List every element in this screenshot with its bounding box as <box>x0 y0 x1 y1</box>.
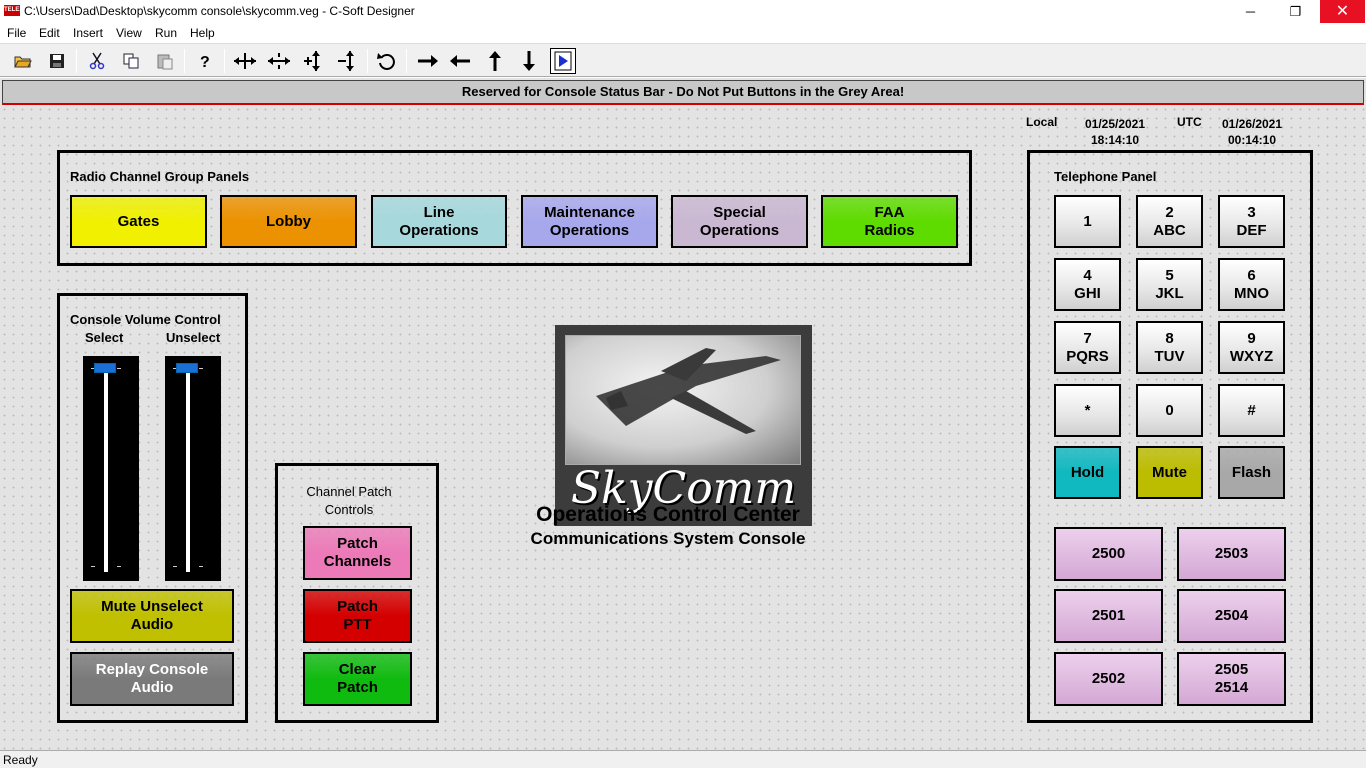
menu-file[interactable]: File <box>7 26 26 40</box>
unselect-volume-thumb[interactable] <box>176 363 198 373</box>
local-date: 01/25/2021 <box>1084 117 1146 131</box>
menu-help[interactable]: Help <box>190 26 215 40</box>
patch-ptt-button[interactable]: Patch PTT <box>303 589 412 643</box>
move-left-icon[interactable] <box>447 48 473 74</box>
key-2[interactable]: 2 ABC <box>1136 195 1203 248</box>
widen-both-icon[interactable] <box>232 48 258 74</box>
line-2502-button[interactable]: 2502 <box>1054 652 1163 706</box>
line-2504-button[interactable]: 2504 <box>1177 589 1286 643</box>
patch-channels-button[interactable]: Patch Channels <box>303 526 412 580</box>
title-bar: TELEX C:\Users\Dad\Desktop\skycomm conso… <box>0 0 1366 23</box>
maximize-button[interactable]: ❐ <box>1273 0 1318 23</box>
move-up-icon[interactable] <box>482 48 508 74</box>
menu-bar: File Edit Insert View Run Help <box>0 23 1366 43</box>
design-canvas[interactable]: Reserved for Console Status Bar - Do Not… <box>0 78 1366 750</box>
unselect-volume-slider[interactable] <box>165 356 221 581</box>
key-5[interactable]: 5 JKL <box>1136 258 1203 311</box>
status-bar: Ready <box>0 750 1366 768</box>
status-text: Ready <box>3 753 38 767</box>
key-4[interactable]: 4 GHI <box>1054 258 1121 311</box>
menu-edit[interactable]: Edit <box>39 26 60 40</box>
close-button[interactable]: ✕ <box>1320 0 1365 23</box>
app-icon: TELEX <box>4 5 23 16</box>
local-time: 18:14:10 <box>1090 133 1140 147</box>
maintenance-operations-button[interactable]: Maintenance Operations <box>521 195 658 248</box>
gates-button[interactable]: Gates <box>70 195 207 248</box>
move-down-icon[interactable] <box>516 48 542 74</box>
select-volume-thumb[interactable] <box>94 363 116 373</box>
unselect-label: Unselect <box>166 330 221 345</box>
key-3[interactable]: 3 DEF <box>1218 195 1285 248</box>
communications-system-console-title: Communications System Console <box>530 529 806 548</box>
line-2505-2514-button[interactable]: 2505 2514 <box>1177 652 1286 706</box>
cut-icon[interactable] <box>84 48 110 74</box>
mute-button[interactable]: Mute <box>1136 446 1203 499</box>
toolbar: ? <box>0 43 1366 77</box>
menu-run[interactable]: Run <box>155 26 177 40</box>
radio-panel-title: Radio Channel Group Panels <box>70 169 250 184</box>
clear-patch-button[interactable]: Clear Patch <box>303 652 412 706</box>
volume-panel-title: Console Volume Control <box>70 312 221 327</box>
local-label: Local <box>1026 115 1058 129</box>
lobby-button[interactable]: Lobby <box>220 195 357 248</box>
key-0[interactable]: 0 <box>1136 384 1203 437</box>
line-2501-button[interactable]: 2501 <box>1054 589 1163 643</box>
telephone-panel-title: Telephone Panel <box>1054 169 1157 184</box>
key-7[interactable]: 7 PQRS <box>1054 321 1121 374</box>
svg-text:?: ? <box>200 54 210 70</box>
console-status-bar-reserved: Reserved for Console Status Bar - Do Not… <box>2 80 1364 105</box>
save-icon[interactable] <box>44 48 70 74</box>
line-operations-button[interactable]: Line Operations <box>371 195 507 248</box>
move-right-icon[interactable] <box>415 48 441 74</box>
menu-insert[interactable]: Insert <box>73 26 103 40</box>
airplane-image <box>565 335 801 465</box>
narrow-both-icon[interactable] <box>266 48 292 74</box>
select-volume-slider[interactable] <box>83 356 139 581</box>
key-6[interactable]: 6 MNO <box>1218 258 1285 311</box>
run-icon[interactable] <box>550 48 576 74</box>
skycomm-logo: SkyComm <box>555 325 812 526</box>
mute-unselect-audio-button[interactable]: Mute Unselect Audio <box>70 589 234 643</box>
undo-icon[interactable] <box>374 48 400 74</box>
shorter-icon[interactable] <box>335 48 361 74</box>
key-9[interactable]: 9 WXYZ <box>1218 321 1285 374</box>
key-1[interactable]: 1 <box>1054 195 1121 248</box>
help-icon[interactable]: ? <box>192 48 218 74</box>
window-title: C:\Users\Dad\Desktop\skycomm console\sky… <box>24 4 415 18</box>
utc-date: 01/26/2021 <box>1221 117 1283 131</box>
open-folder-icon[interactable] <box>10 48 36 74</box>
paste-icon[interactable] <box>152 48 178 74</box>
key-pound[interactable]: # <box>1218 384 1285 437</box>
line-2503-button[interactable]: 2503 <box>1177 527 1286 581</box>
patch-panel-title: Channel Patch Controls <box>306 484 392 517</box>
utc-label: UTC <box>1177 115 1202 129</box>
operations-control-center-title: Operations Control Center <box>536 503 800 526</box>
line-2500-button[interactable]: 2500 <box>1054 527 1163 581</box>
select-label: Select <box>85 330 124 345</box>
replay-console-audio-button[interactable]: Replay Console Audio <box>70 652 234 706</box>
flash-button[interactable]: Flash <box>1218 446 1285 499</box>
utc-time: 00:14:10 <box>1227 133 1277 147</box>
special-operations-button[interactable]: Special Operations <box>671 195 808 248</box>
minimize-button[interactable]: ─ <box>1228 0 1273 23</box>
copy-icon[interactable] <box>118 48 144 74</box>
menu-view[interactable]: View <box>116 26 142 40</box>
hold-button[interactable]: Hold <box>1054 446 1121 499</box>
faa-radios-button[interactable]: FAA Radios <box>821 195 958 248</box>
key-star[interactable]: * <box>1054 384 1121 437</box>
taller-icon[interactable] <box>301 48 327 74</box>
key-8[interactable]: 8 TUV <box>1136 321 1203 374</box>
